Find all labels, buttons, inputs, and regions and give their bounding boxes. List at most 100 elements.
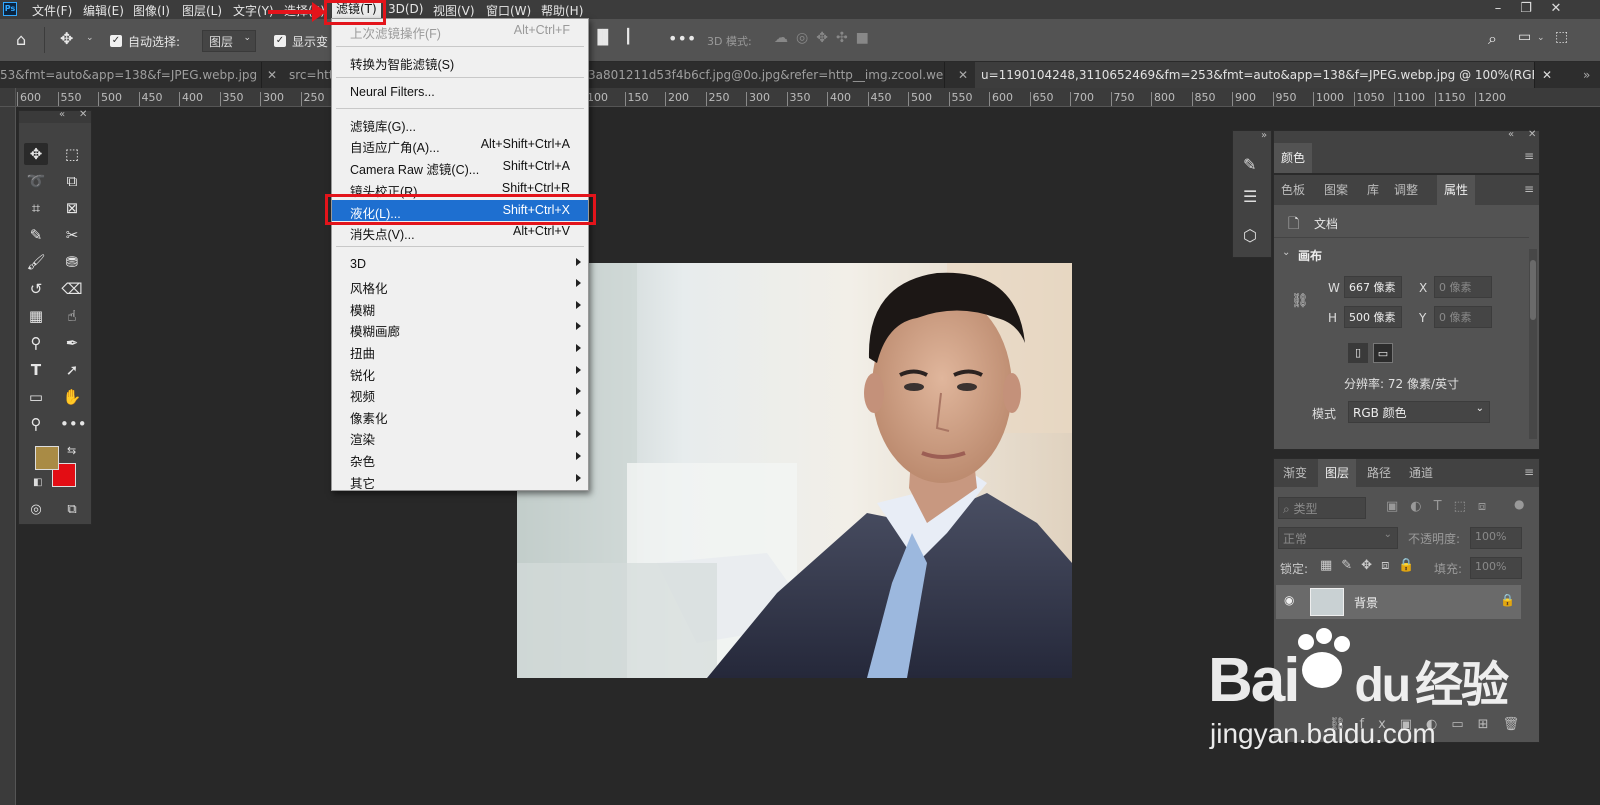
menu-view[interactable]: 视图(V): [433, 2, 475, 19]
blend-mode-dropdown[interactable]: 正常 ⌄: [1278, 527, 1398, 549]
close-icon[interactable]: ✕: [79, 109, 87, 120]
submenu-3d[interactable]: 3D: [332, 254, 588, 275]
submenu-blur-gallery[interactable]: 模糊画廊: [332, 318, 588, 339]
tab-patterns[interactable]: 图案: [1317, 175, 1355, 205]
foreground-color-swatch[interactable]: [35, 446, 59, 470]
auto-select-checkbox[interactable]: ✓: [110, 35, 122, 47]
hand-tool-icon[interactable]: ✋: [60, 386, 84, 408]
submenu-noise[interactable]: 杂色: [332, 448, 588, 469]
menu-window[interactable]: 窗口(W): [486, 2, 531, 19]
search-icon[interactable]: ⌕: [1488, 29, 1497, 49]
tab-color[interactable]: 颜色: [1274, 143, 1313, 173]
submenu-stylize[interactable]: 风格化: [332, 275, 588, 296]
screen-mode-icon[interactable]: ⧉: [60, 499, 84, 521]
link-icon[interactable]: ⛓: [1291, 293, 1309, 309]
height-field[interactable]: 500 像素: [1344, 306, 1402, 328]
collapse-icon[interactable]: «: [59, 109, 65, 120]
menu-layer[interactable]: 图层(L): [182, 2, 222, 19]
home-icon[interactable]: ⌂: [16, 30, 26, 49]
fill-field[interactable]: 100%: [1470, 557, 1522, 579]
y-field[interactable]: 0 像素: [1434, 306, 1492, 328]
eraser-tool-icon[interactable]: ⌫: [60, 278, 84, 300]
submenu-sharpen[interactable]: 锐化: [332, 362, 588, 383]
portrait-orientation-icon[interactable]: ▯: [1348, 343, 1368, 363]
menu-item-neural-filters[interactable]: Neural Filters...: [332, 82, 588, 103]
menu-item-adaptive-wide-angle[interactable]: 自适应广角(A)... Alt+Shift+Ctrl+A: [332, 134, 588, 155]
submenu-other[interactable]: 其它: [332, 470, 588, 491]
chevron-down-icon[interactable]: ⌄: [86, 33, 94, 43]
distribute-icon[interactable]: ▐▌: [592, 30, 614, 46]
tab-document-active[interactable]: u=1190104248,3110652469&fm=253&fmt=auto&…: [975, 62, 1535, 88]
tab-swatches[interactable]: 色板: [1274, 175, 1312, 205]
tab-channels[interactable]: 通道: [1402, 459, 1440, 487]
type-tool-icon[interactable]: T: [24, 359, 48, 381]
panel-menu-icon[interactable]: ≡: [1524, 149, 1534, 163]
submenu-blur[interactable]: 模糊: [332, 297, 588, 318]
smudge-tool-icon[interactable]: ☝: [60, 305, 84, 327]
submenu-pixelate[interactable]: 像素化: [332, 405, 588, 426]
scrollbar-thumb[interactable]: [1530, 260, 1536, 320]
landscape-orientation-icon[interactable]: ▭: [1373, 343, 1393, 363]
default-colors-icon[interactable]: ◧: [33, 477, 42, 488]
submenu-render[interactable]: 渲染: [332, 426, 588, 447]
lock-options-icons[interactable]: ▦✎✥⧈🔒: [1320, 558, 1424, 573]
menu-item-camera-raw[interactable]: Camera Raw 滤镜(C)... Shift+Ctrl+A: [332, 156, 588, 177]
auto-select-dropdown[interactable]: 图层 ⌄: [202, 30, 256, 52]
tab-overflow-icon[interactable]: »: [1583, 62, 1590, 88]
tab-properties[interactable]: 属性: [1437, 175, 1476, 205]
menu-item-convert-smart-filter[interactable]: 转换为智能滤镜(S): [332, 51, 588, 72]
restore-icon[interactable]: ❐: [1515, 0, 1537, 19]
more-options-icon[interactable]: •••: [668, 29, 696, 48]
dodge-tool-icon[interactable]: ⚲: [24, 332, 48, 354]
align-icon[interactable]: ┃: [624, 29, 632, 45]
stamp-tool-icon[interactable]: ⛃: [60, 251, 84, 273]
collapse-icon[interactable]: «: [1508, 129, 1514, 140]
rectangle-tool-icon[interactable]: ▭: [24, 386, 48, 408]
tab-layers[interactable]: 图层: [1318, 459, 1357, 487]
more-tools-icon[interactable]: •••: [60, 413, 87, 435]
crop-tool-icon[interactable]: ⌗: [24, 197, 48, 219]
submenu-video[interactable]: 视频: [332, 383, 588, 404]
mode-dropdown[interactable]: RGB 颜色 ⌄: [1348, 401, 1490, 423]
tab-document-3[interactable]: 3a801211d53f4b6cf.jpg@0o.jpg&refer=http_…: [588, 62, 945, 88]
layer-row-background[interactable]: ◉ 背景 🔒: [1276, 585, 1521, 619]
submenu-distort[interactable]: 扭曲: [332, 340, 588, 361]
opacity-field[interactable]: 100%: [1470, 527, 1522, 549]
menu-file[interactable]: 文件(F): [32, 2, 72, 19]
eyedropper-icon[interactable]: ✎: [24, 224, 48, 246]
menu-3d[interactable]: 3D(D): [388, 2, 423, 16]
layer-filter-icons[interactable]: ▣◐T⬚⧈: [1386, 499, 1498, 514]
zoom-tool-icon[interactable]: ⚲: [24, 413, 48, 435]
panel-menu-icon[interactable]: ≡: [1524, 182, 1534, 196]
tab-paths[interactable]: 路径: [1360, 459, 1398, 487]
x-field[interactable]: 0 像素: [1434, 276, 1492, 298]
expand-icon[interactable]: »: [1261, 130, 1267, 141]
object-select-icon[interactable]: ⧉: [60, 170, 84, 192]
history-brush-icon[interactable]: ↺: [24, 278, 48, 300]
visibility-eye-icon[interactable]: ◉: [1284, 593, 1294, 607]
minimize-icon[interactable]: –: [1487, 0, 1509, 19]
workspace-icon[interactable]: ▭: [1518, 29, 1531, 45]
frame-tool-icon[interactable]: ⊠: [60, 197, 84, 219]
brush-settings-icon[interactable]: ✎: [1243, 155, 1256, 174]
tab-gradients[interactable]: 渐变: [1276, 459, 1314, 487]
chevron-down-icon[interactable]: ⌄: [1537, 33, 1545, 43]
healing-icon[interactable]: ✂: [60, 224, 84, 246]
close-icon[interactable]: ✕: [1542, 62, 1552, 88]
close-icon[interactable]: ✕: [1545, 0, 1567, 19]
3d-tools-icon[interactable]: ☁◎✥✣■: [774, 30, 877, 46]
close-icon[interactable]: ✕: [1528, 129, 1536, 140]
move-tool-icon[interactable]: ✥: [24, 143, 48, 165]
brush-tool-icon[interactable]: 🖌: [24, 251, 48, 273]
marquee-tool-icon[interactable]: ⬚: [60, 143, 84, 165]
menu-edit[interactable]: 编辑(E): [83, 2, 124, 19]
tab-adjustments[interactable]: 调整: [1387, 175, 1425, 205]
pen-tool-icon[interactable]: ✒: [60, 332, 84, 354]
share-icon[interactable]: ⬚: [1555, 29, 1568, 45]
adjust-icon[interactable]: ☰: [1243, 187, 1257, 206]
chevron-down-icon[interactable]: ⌄: [1282, 247, 1290, 258]
filter-toggle-icon[interactable]: ●: [1514, 497, 1524, 511]
tab-libraries[interactable]: 库: [1360, 175, 1386, 205]
layer-kind-filter[interactable]: ⌕ 类型: [1278, 497, 1366, 519]
gradient-tool-icon[interactable]: ▦: [24, 305, 48, 327]
